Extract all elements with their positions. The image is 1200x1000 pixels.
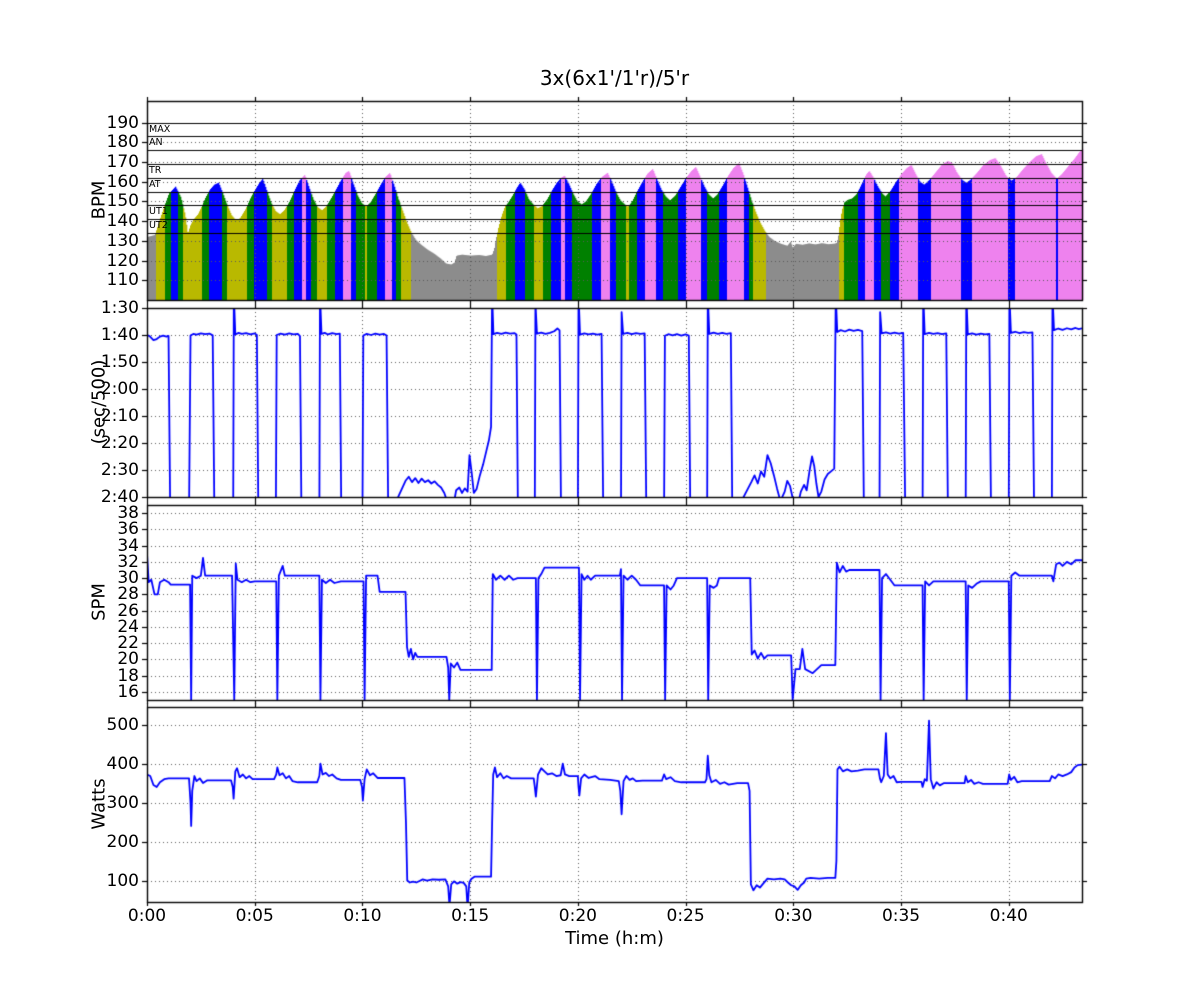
y-tick-label: 180	[69, 132, 139, 152]
y-tick-label: 200	[69, 832, 139, 852]
hr-zone-label: AT	[149, 180, 161, 190]
y-tick-label: 38	[69, 503, 139, 523]
y-tick-label: 100	[69, 871, 139, 891]
y-tick-label: 1:40	[69, 325, 139, 345]
x-tick-label: 0:40	[969, 906, 1049, 926]
y-tick-label: 1:30	[69, 298, 139, 318]
x-tick-label: 0:10	[322, 906, 402, 926]
y-axis-label-pace: (sec/500)	[89, 360, 110, 445]
y-tick-label: 130	[69, 231, 139, 251]
x-axis-label: Time (h:m)	[147, 928, 1082, 949]
y-tick-label: 300	[69, 793, 139, 813]
hr-zone-label: AN	[149, 138, 163, 148]
y-tick-label: 1:50	[69, 352, 139, 372]
y-tick-label: 400	[69, 754, 139, 774]
y-tick-label: 120	[69, 251, 139, 271]
figure: 3x(6x1'/1'r)/5'r BPM (sec/500) SPM Watts…	[0, 0, 1200, 1000]
x-tick-label: 0:25	[646, 906, 726, 926]
y-tick-label: 2:00	[69, 379, 139, 399]
y-tick-label: 2:20	[69, 433, 139, 453]
y-tick-label: 2:30	[69, 460, 139, 480]
x-tick-label: 0:30	[753, 906, 833, 926]
y-tick-label: 160	[69, 172, 139, 192]
hr-zone-label: UT2	[149, 221, 168, 231]
hr-zone-label: UT1	[149, 207, 168, 217]
x-tick-label: 0:15	[430, 906, 510, 926]
y-tick-label: 150	[69, 191, 139, 211]
hr-zone-label: MAX	[149, 125, 170, 135]
x-tick-label: 0:20	[538, 906, 618, 926]
y-tick-label: 110	[69, 270, 139, 290]
hr-zone-label: TR	[149, 166, 161, 176]
y-tick-label: 2:10	[69, 406, 139, 426]
y-tick-label: 140	[69, 211, 139, 231]
chart-title: 3x(6x1'/1'r)/5'r	[147, 66, 1082, 90]
workout-chart-canvas	[0, 0, 1200, 1000]
y-tick-label: 190	[69, 113, 139, 133]
x-tick-label: 0:00	[107, 906, 187, 926]
y-tick-label: 500	[69, 715, 139, 735]
y-tick-label: 170	[69, 152, 139, 172]
x-tick-label: 0:35	[861, 906, 941, 926]
x-tick-label: 0:05	[215, 906, 295, 926]
